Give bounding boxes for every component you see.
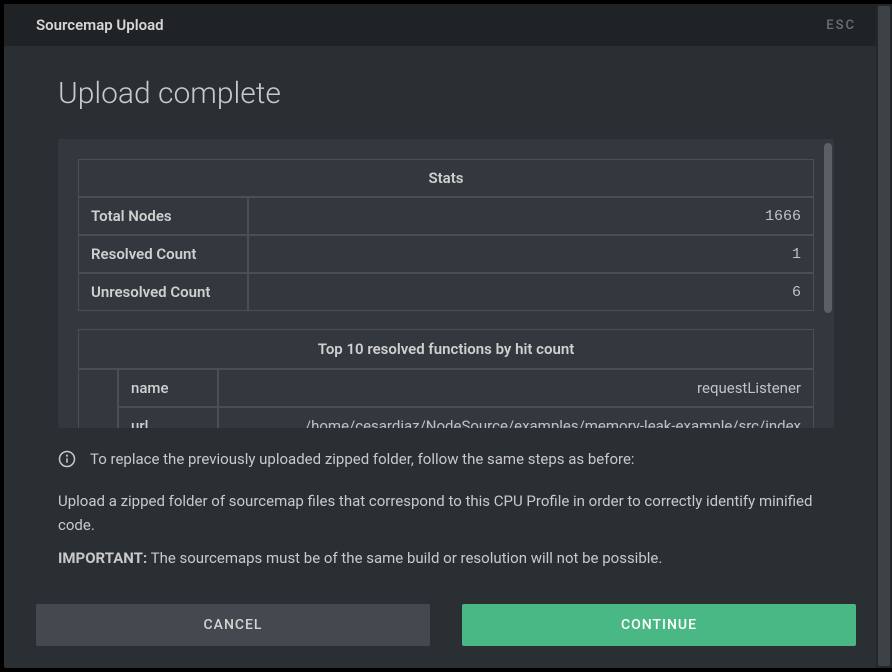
- stats-value: 1666: [248, 197, 814, 235]
- table-row: Unresolved Count 6: [78, 273, 814, 311]
- stats-label: Total Nodes: [78, 197, 248, 235]
- stats-value: 6: [248, 273, 814, 311]
- important-label: IMPORTANT:: [58, 549, 147, 567]
- cancel-button[interactable]: CANCEL: [36, 604, 430, 646]
- table-row: Resolved Count 1: [78, 235, 814, 273]
- modal-title: Sourcemap Upload: [36, 16, 164, 34]
- modal-footer: CANCEL CONTINUE: [4, 590, 888, 668]
- function-key: name: [118, 369, 218, 407]
- replace-hint-line: To replace the previously uploaded zippe…: [58, 450, 834, 468]
- modal-header: Sourcemap Upload ESC: [4, 4, 888, 46]
- table-row: url /home/cesardiaz/NodeSource/examples/…: [78, 407, 814, 428]
- table-row: name requestListener: [78, 369, 814, 407]
- stats-value: 1: [248, 235, 814, 273]
- stats-table: Stats Total Nodes 1666 Resolved Count 1 …: [78, 159, 814, 311]
- page-heading: Upload complete: [58, 76, 834, 111]
- inner-scrollbar-thumb[interactable]: [824, 143, 832, 313]
- stats-label: Unresolved Count: [78, 273, 248, 311]
- resolved-functions-table: Top 10 resolved functions by hit count n…: [78, 329, 814, 428]
- function-index-cell: [78, 369, 118, 428]
- important-note: IMPORTANT: The sourcemaps must be of the…: [58, 547, 834, 570]
- info-icon: [58, 450, 76, 468]
- function-key: url: [118, 407, 218, 428]
- function-value: requestListener: [218, 369, 814, 407]
- upload-instructions: Upload a zipped folder of sourcemap file…: [58, 490, 834, 537]
- functions-table-header: Top 10 resolved functions by hit count: [78, 329, 814, 369]
- outer-scrollbar-thumb[interactable]: [878, 6, 890, 666]
- continue-button[interactable]: CONTINUE: [462, 604, 856, 646]
- replace-hint-text: To replace the previously uploaded zippe…: [90, 450, 635, 468]
- modal-body: Upload complete Stats Total Nodes 1666 R…: [4, 46, 888, 590]
- outer-scrollbar[interactable]: [876, 4, 892, 668]
- stats-table-header: Stats: [78, 159, 814, 197]
- info-section: To replace the previously uploaded zippe…: [58, 450, 834, 580]
- sourcemap-upload-modal: Sourcemap Upload ESC Upload complete Sta…: [4, 4, 888, 668]
- results-scroll-panel[interactable]: Stats Total Nodes 1666 Resolved Count 1 …: [58, 139, 834, 428]
- table-row: Total Nodes 1666: [78, 197, 814, 235]
- esc-button[interactable]: ESC: [826, 18, 856, 33]
- important-text: The sourcemaps must be of the same build…: [147, 549, 662, 567]
- stats-label: Resolved Count: [78, 235, 248, 273]
- function-value: /home/cesardiaz/NodeSource/examples/memo…: [218, 407, 814, 428]
